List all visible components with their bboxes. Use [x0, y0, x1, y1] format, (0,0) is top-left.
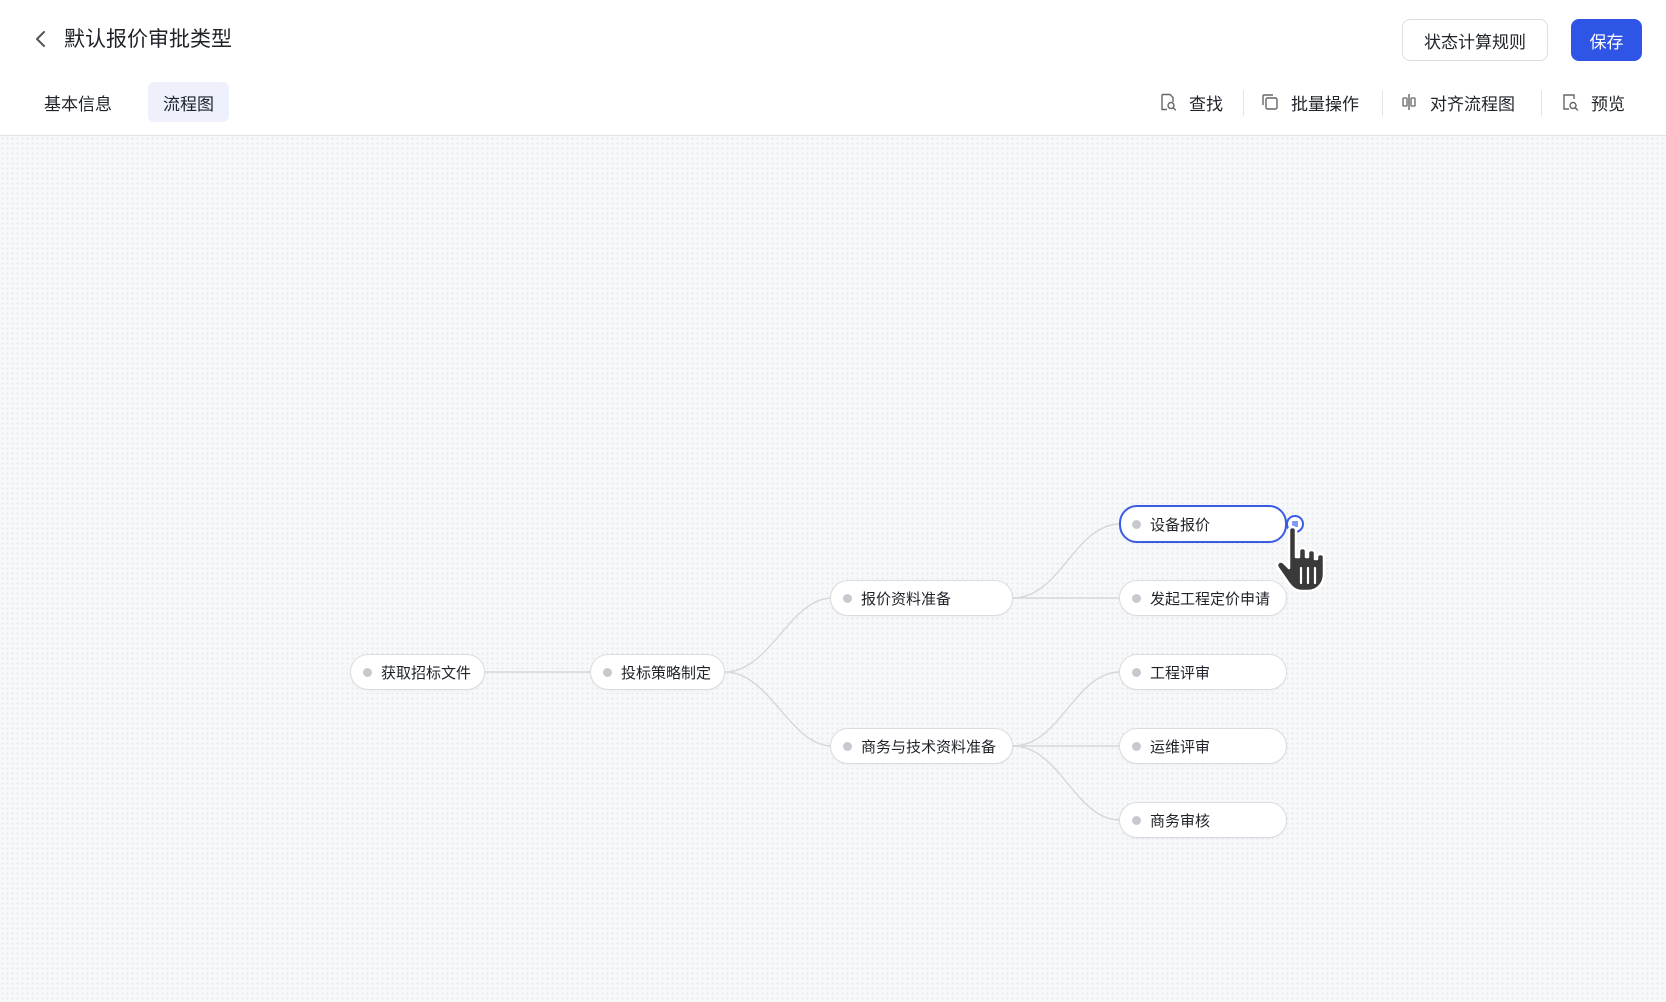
find-label: 查找 — [1189, 94, 1223, 115]
node-label: 发起工程定价申请 — [1150, 589, 1271, 608]
flow-node-selected[interactable]: 设备报价 — [1119, 505, 1287, 543]
batch-label: 批量操作 — [1291, 94, 1359, 115]
edge-n3-n5 — [1012, 523, 1121, 599]
tab-basic-info[interactable]: 基本信息 — [29, 82, 127, 122]
flow-node[interactable]: 运维评审 — [1119, 728, 1287, 764]
flow-connectors — [485, 523, 1121, 821]
align-flowchart-button[interactable]: 对齐流程图 — [1400, 84, 1515, 120]
flow-node[interactable]: 投标策略制定 — [590, 654, 725, 690]
node-label: 工程评审 — [1150, 663, 1211, 682]
node-label: 商务审核 — [1150, 811, 1211, 830]
back-button[interactable] — [26, 24, 56, 54]
node-label: 设备报价 — [1150, 515, 1211, 534]
save-button[interactable]: 保存 — [1571, 19, 1642, 61]
page-header: 默认报价审批类型 状态计算规则 保存 基本信息 流程图 查找 批量操作 对齐流程… — [0, 0, 1666, 136]
hand-cursor-icon — [1275, 525, 1326, 593]
align-icon — [1402, 94, 1416, 110]
edge-n2-n3 — [724, 597, 833, 673]
flow-node[interactable]: 获取招标文件 — [350, 654, 485, 690]
find-button[interactable]: 查找 — [1159, 84, 1223, 120]
edge-n4-n7 — [1012, 671, 1121, 747]
chevron-left-icon — [36, 31, 45, 47]
find-icon — [1161, 93, 1177, 111]
node-status-dot — [1132, 593, 1141, 603]
toolbar-divider — [1541, 90, 1542, 116]
node-status-dot — [1132, 741, 1141, 751]
node-label: 运维评审 — [1150, 737, 1211, 756]
align-label: 对齐流程图 — [1430, 94, 1515, 115]
tab-flowchart[interactable]: 流程图 — [148, 82, 229, 122]
edge-n4-n9 — [1012, 745, 1121, 821]
toolbar-divider — [1243, 90, 1244, 116]
node-label: 商务与技术资料准备 — [861, 737, 997, 756]
node-status-dot — [603, 667, 612, 677]
status-rules-button[interactable]: 状态计算规则 — [1402, 19, 1548, 61]
edge-n2-n4 — [724, 671, 833, 747]
flow-node[interactable]: 商务与技术资料准备 — [830, 728, 1013, 764]
node-status-dot — [843, 741, 852, 751]
copy-icon — [1262, 94, 1278, 110]
node-status-dot — [843, 593, 852, 603]
node-status-dot — [1132, 667, 1141, 677]
batch-operation-button[interactable]: 批量操作 — [1261, 84, 1359, 120]
flow-node[interactable]: 工程评审 — [1119, 654, 1287, 690]
page-title: 默认报价审批类型 — [64, 27, 232, 51]
flow-node[interactable]: 商务审核 — [1119, 802, 1287, 838]
flow-node[interactable]: 发起工程定价申请 — [1119, 580, 1287, 616]
node-label: 获取招标文件 — [381, 663, 472, 682]
node-status-dot — [363, 667, 372, 677]
node-status-dot — [1132, 519, 1141, 529]
node-label: 报价资料准备 — [861, 589, 952, 608]
preview-icon — [1563, 94, 1579, 111]
node-label: 投标策略制定 — [621, 663, 712, 682]
flow-node[interactable]: 报价资料准备 — [830, 580, 1013, 616]
toolbar-divider — [1382, 90, 1383, 116]
flowchart-canvas[interactable]: 获取招标文件 投标策略制定 报价资料准备 商务与技术资料准备 设备报价 发起工程… — [0, 136, 1666, 1002]
preview-label: 预览 — [1591, 94, 1625, 115]
preview-button[interactable]: 预览 — [1561, 84, 1625, 120]
node-status-dot — [1132, 815, 1141, 825]
